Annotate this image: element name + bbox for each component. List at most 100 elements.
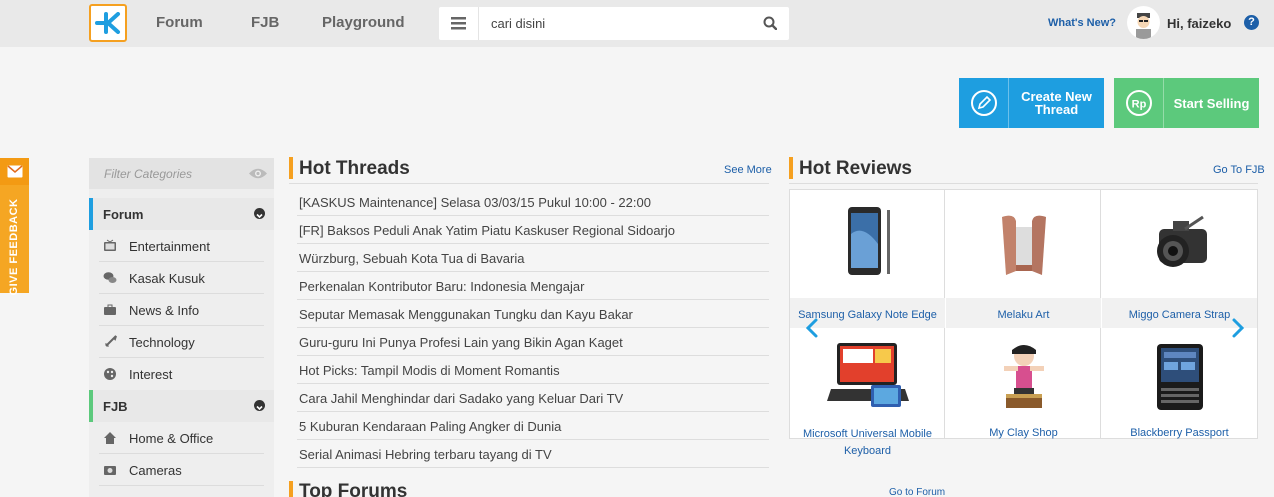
sidebar-item-label: Technology bbox=[129, 335, 195, 350]
hot-reviews-carousel: Samsung Galaxy Note Edge Melaku Art Migg… bbox=[789, 189, 1258, 457]
sidebar-forum-title: Forum bbox=[103, 207, 144, 222]
carousel-prev-icon[interactable] bbox=[805, 317, 819, 345]
avatar[interactable] bbox=[1127, 6, 1160, 39]
pencil-icon bbox=[959, 78, 1009, 128]
sidebar-item-home-office[interactable]: Home & Office bbox=[99, 422, 264, 454]
help-icon[interactable]: ? bbox=[1244, 15, 1259, 30]
camera-icon bbox=[1102, 190, 1257, 298]
search-input[interactable]: cari disini bbox=[491, 16, 545, 31]
go-to-forum-link[interactable]: Go to Forum bbox=[889, 487, 945, 497]
divider bbox=[289, 183, 769, 184]
sidebar-item-label: Entertainment bbox=[129, 239, 210, 254]
review-card[interactable]: Melaku Art bbox=[946, 190, 1101, 328]
user-greeting[interactable]: Hi, faizeko bbox=[1167, 16, 1231, 31]
chat-bubbles-icon bbox=[103, 271, 117, 285]
divider bbox=[297, 411, 769, 412]
kaskus-k-icon bbox=[95, 12, 120, 34]
sidebar-item-kasak-kusuk[interactable]: Kasak Kusuk bbox=[99, 262, 264, 294]
hot-threads-accent bbox=[289, 157, 293, 179]
give-feedback-tab[interactable]: GIVE FEEDBACK bbox=[0, 158, 29, 295]
divider bbox=[297, 383, 769, 384]
thread-item[interactable]: Serial Animasi Hebring terbaru tayang di… bbox=[299, 447, 552, 462]
hot-threads-title: Hot Threads bbox=[299, 158, 410, 179]
chevron-down-icon[interactable] bbox=[254, 400, 265, 411]
divider bbox=[789, 183, 1258, 184]
hot-reviews-title: Hot Reviews bbox=[799, 158, 912, 179]
review-card[interactable]: My Clay Shop bbox=[946, 328, 1101, 439]
palette-icon bbox=[103, 367, 117, 381]
kaskus-logo[interactable] bbox=[89, 4, 127, 42]
sidebar-item-interest[interactable]: Interest bbox=[99, 358, 264, 390]
sidebar-section-forum[interactable]: Forum bbox=[89, 198, 274, 230]
divider bbox=[297, 467, 769, 468]
thread-item[interactable]: Guru-guru Ini Punya Profesi Lain yang Bi… bbox=[299, 335, 623, 350]
sidebar-item-technology[interactable]: Technology bbox=[99, 326, 264, 358]
review-name[interactable]: My Clay Shop bbox=[946, 423, 1101, 443]
top-forums-title: Top Forums bbox=[299, 481, 408, 497]
filter-categories[interactable]: Filter Categories bbox=[89, 158, 274, 189]
review-card[interactable]: Miggo Camera Strap bbox=[1102, 190, 1257, 328]
mail-icon bbox=[0, 158, 29, 185]
divider bbox=[297, 327, 769, 328]
sidebar-item-entertainment[interactable]: Entertainment bbox=[99, 230, 264, 262]
review-name[interactable]: Microsoft Universal Mobile Keyboard bbox=[790, 426, 945, 462]
sidebar-item-label: News & Info bbox=[129, 303, 200, 318]
filter-input[interactable]: Filter Categories bbox=[104, 167, 192, 181]
clay-figure-icon bbox=[946, 328, 1101, 426]
create-thread-label: Create New Thread bbox=[1009, 90, 1104, 116]
review-name[interactable]: Melaku Art bbox=[946, 298, 1101, 328]
sidebar-section-fjb[interactable]: FJB bbox=[89, 390, 274, 422]
thread-item[interactable]: [FR] Baksos Peduli Anak Yatim Piatu Kask… bbox=[299, 223, 675, 238]
review-card[interactable]: Samsung Galaxy Note Edge bbox=[790, 190, 945, 328]
search-icon[interactable] bbox=[763, 16, 778, 35]
nav-playground[interactable]: Playground bbox=[322, 14, 405, 31]
thread-item[interactable]: 5 Kuburan Kendaraan Paling Angker di Dun… bbox=[299, 419, 561, 434]
thread-item[interactable]: Seputar Memasak Menggunakan Tungku dan K… bbox=[299, 307, 633, 322]
top-navbar: Forum FJB Playground cari disini What's … bbox=[0, 0, 1274, 47]
camera-icon bbox=[103, 463, 117, 477]
create-new-thread-button[interactable]: Create New Thread bbox=[959, 78, 1104, 128]
thread-item[interactable]: Perkenalan Kontributor Baru: Indonesia M… bbox=[299, 279, 584, 294]
search-box: cari disini bbox=[439, 7, 789, 40]
thread-item[interactable]: Würzburg, Sebuah Kota Tua di Bavaria bbox=[299, 251, 524, 266]
sidebar-item-label: Home & Office bbox=[129, 431, 214, 446]
thread-item[interactable]: Hot Picks: Tampil Modis di Moment Romant… bbox=[299, 363, 560, 378]
smartphone-stylus-icon bbox=[790, 190, 945, 298]
home-icon bbox=[103, 431, 117, 445]
thread-item[interactable]: [KASKUS Maintenance] Selasa 03/03/15 Puk… bbox=[299, 195, 651, 210]
sidebar-item-news-info[interactable]: News & Info bbox=[99, 294, 264, 326]
start-selling-button[interactable]: Rp Start Selling bbox=[1114, 78, 1259, 128]
eye-icon[interactable] bbox=[248, 167, 268, 185]
sidebar-item-cameras[interactable]: Cameras bbox=[99, 454, 264, 486]
svg-text:Rp: Rp bbox=[1131, 99, 1146, 111]
menu-icon[interactable] bbox=[439, 7, 479, 40]
give-feedback-label: GIVE FEEDBACK bbox=[8, 198, 20, 296]
briefcase-icon bbox=[103, 303, 117, 317]
divider bbox=[297, 243, 769, 244]
review-name[interactable]: Blackberry Passport bbox=[1102, 423, 1257, 443]
create-thread-line2: Thread bbox=[1034, 102, 1079, 117]
thread-item[interactable]: Cara Jahil Menghindar dari Sadako yang K… bbox=[299, 391, 623, 406]
start-selling-label: Start Selling bbox=[1173, 95, 1250, 111]
whats-new-link[interactable]: What's New? bbox=[1048, 17, 1116, 29]
nav-forum[interactable]: Forum bbox=[156, 14, 203, 31]
divider bbox=[297, 215, 769, 216]
see-more-link[interactable]: See More bbox=[724, 164, 772, 176]
sidebar-item-label: Interest bbox=[129, 367, 173, 382]
chevron-down-icon[interactable] bbox=[254, 208, 265, 219]
top-forums-accent bbox=[289, 481, 293, 497]
carousel-next-icon[interactable] bbox=[1231, 317, 1245, 345]
tv-icon bbox=[103, 239, 117, 253]
divider bbox=[297, 299, 769, 300]
wooden-stand-icon bbox=[946, 190, 1101, 298]
sidebar-item-label: Kasak Kusuk bbox=[129, 271, 205, 286]
rocket-icon bbox=[103, 335, 117, 349]
nav-fjb[interactable]: FJB bbox=[251, 14, 279, 31]
rupiah-icon: Rp bbox=[1114, 78, 1164, 128]
hot-reviews-accent bbox=[789, 157, 793, 179]
category-sidebar: Filter Categories Forum Entertainment Ka… bbox=[89, 158, 274, 497]
divider bbox=[297, 355, 769, 356]
go-to-fjb-link[interactable]: Go To FJB bbox=[1213, 164, 1265, 176]
divider bbox=[297, 439, 769, 440]
sidebar-fjb-title: FJB bbox=[103, 399, 128, 414]
